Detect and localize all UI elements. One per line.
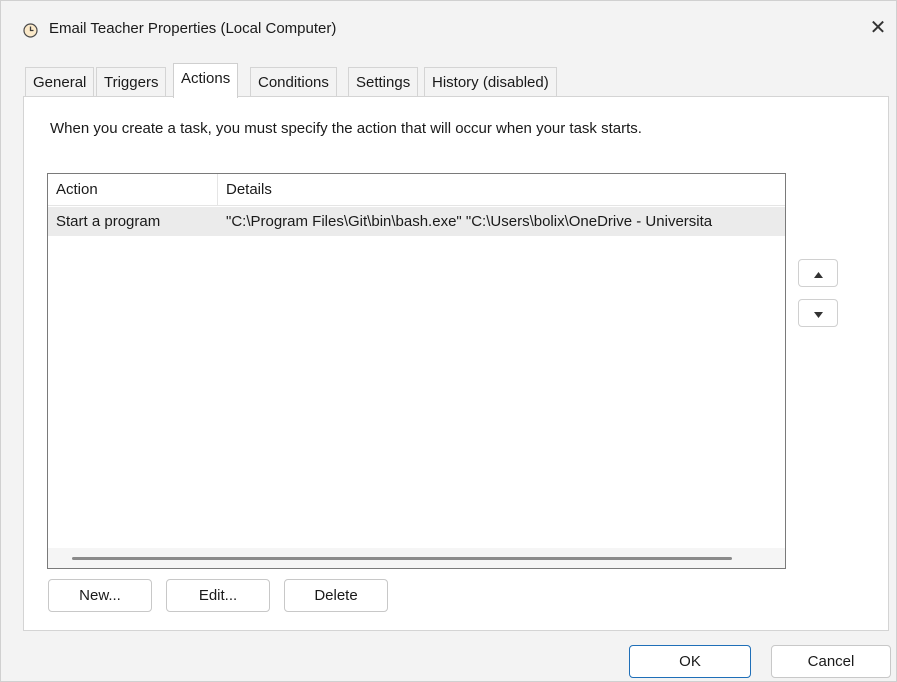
tab-settings[interactable]: Settings <box>348 67 419 97</box>
instructions-text: When you create a task, you must specify… <box>50 120 642 137</box>
delete-button[interactable]: Delete <box>284 579 388 612</box>
details-cell: "C:\Program Files\Git\bin\bash.exe" "C:\… <box>226 213 713 230</box>
tab-history[interactable]: History (disabled) <box>424 67 557 97</box>
move-down-button[interactable] <box>798 299 838 327</box>
tab-actions[interactable]: Actions <box>173 63 239 98</box>
tab-general[interactable]: General <box>25 67 95 97</box>
window-title: Email Teacher Properties (Local Computer… <box>49 20 337 37</box>
actions-list[interactable]: Action Details Start a program "C:\Progr… <box>47 173 786 569</box>
properties-dialog: Email Teacher Properties (Local Computer… <box>0 0 897 682</box>
ok-button[interactable]: OK <box>629 645 751 678</box>
scrollbar-thumb[interactable] <box>72 557 732 560</box>
triangle-up-icon <box>813 265 823 282</box>
list-header: Action Details <box>48 174 785 206</box>
tab-triggers[interactable]: Triggers <box>96 67 167 97</box>
table-row[interactable]: Start a program "C:\Program Files\Git\bi… <box>48 207 785 236</box>
close-icon: ✕ <box>869 16 887 39</box>
close-button[interactable]: ✕ <box>860 9 896 45</box>
action-cell: Start a program <box>56 213 161 230</box>
actions-panel: When you create a task, you must specify… <box>23 96 889 631</box>
cancel-button[interactable]: Cancel <box>771 645 891 678</box>
new-button[interactable]: New... <box>48 579 152 612</box>
triangle-down-icon <box>813 305 823 322</box>
horizontal-scrollbar[interactable] <box>48 548 785 568</box>
move-up-button[interactable] <box>798 259 838 287</box>
column-header-details[interactable]: Details <box>218 174 785 206</box>
column-header-action[interactable]: Action <box>48 174 218 206</box>
edit-button[interactable]: Edit... <box>166 579 270 612</box>
tab-conditions[interactable]: Conditions <box>250 67 337 97</box>
clock-icon <box>23 23 38 38</box>
title-bar: Email Teacher Properties (Local Computer… <box>1 1 896 53</box>
